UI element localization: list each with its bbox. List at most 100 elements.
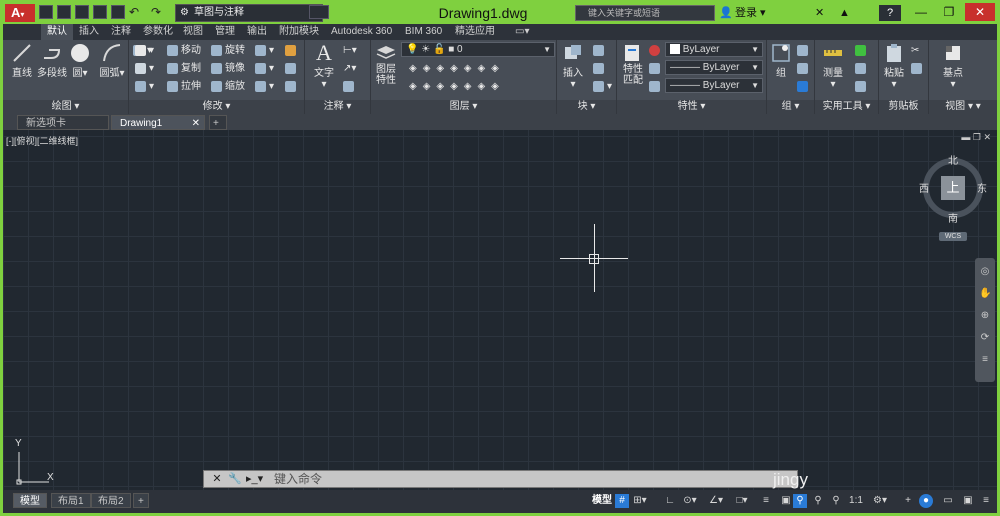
tab-parametric[interactable]: 参数化 xyxy=(137,24,179,40)
layout-tab-layout2[interactable]: 布局2 xyxy=(91,493,131,508)
viewcube-top-face[interactable]: 上 xyxy=(941,176,965,200)
panel-title-utilities[interactable]: 实用工具 ▾ xyxy=(815,100,878,114)
linetype-dropdown[interactable]: ——— ByLayer ▼ xyxy=(665,60,763,75)
wrench-icon[interactable]: 🔧 xyxy=(228,472,242,486)
polyline-tool[interactable]: 多段线 xyxy=(35,42,69,79)
trim-tool[interactable]: ▾ xyxy=(255,44,274,58)
table-tool[interactable] xyxy=(343,80,357,94)
open-file-icon[interactable] xyxy=(57,5,71,19)
hardware-acceleration-icon[interactable]: ▭ xyxy=(941,494,955,508)
help-button[interactable]: ? xyxy=(879,5,901,21)
move-tool[interactable]: 移动 xyxy=(167,44,201,58)
new-tab-button[interactable]: + xyxy=(209,115,227,130)
save-as-icon[interactable] xyxy=(93,5,107,19)
annotation-monitor-icon[interactable]: + xyxy=(901,494,915,508)
tab-addins[interactable]: 附加模块 xyxy=(273,24,325,40)
command-history-icon[interactable]: ▸_▾ xyxy=(246,472,263,486)
block-attribute-icon[interactable]: ▾ xyxy=(593,80,612,94)
region-tool[interactable]: ▾ xyxy=(135,80,154,94)
close-tab-icon[interactable]: ✕ xyxy=(192,116,200,131)
panel-title-groups[interactable]: 组 ▾ xyxy=(767,100,814,114)
ortho-icon[interactable]: ∟ xyxy=(663,494,677,508)
array-tool[interactable]: ▾ xyxy=(255,80,274,94)
orbit-icon[interactable]: ⟳ xyxy=(979,332,991,344)
id-point-icon[interactable] xyxy=(855,62,869,76)
panel-title-properties[interactable]: 特性 ▾ xyxy=(617,100,766,114)
explode-tool[interactable] xyxy=(285,62,299,76)
basepoint-tool[interactable]: 基点 ▾ xyxy=(937,42,969,90)
viewport-controls-label[interactable]: [-][俯视][二维线框] xyxy=(6,134,78,147)
rotate-tool[interactable]: 旋转 xyxy=(211,44,245,58)
measure-tool[interactable]: 测量 ▾ xyxy=(817,42,849,90)
copy-tool[interactable]: 复制 xyxy=(167,62,201,76)
quick-select-icon[interactable] xyxy=(855,44,869,58)
restore-button[interactable]: ❐ xyxy=(937,3,961,21)
undo-icon[interactable]: ↶ xyxy=(129,5,143,19)
group-tool[interactable]: 组 xyxy=(769,42,793,79)
object-snap-icon[interactable]: □▾ xyxy=(735,494,749,508)
group-edit-icon[interactable] xyxy=(797,62,811,76)
color-wheel-icon[interactable] xyxy=(649,44,663,58)
dimension-tool[interactable]: ⊢▾ xyxy=(343,44,357,58)
wcs-menu[interactable]: WCS xyxy=(939,232,967,241)
share-icon[interactable] xyxy=(309,5,329,19)
panel-title-view[interactable]: 视图 ▾ ▾ xyxy=(929,100,997,114)
lineweight-dropdown[interactable]: ——— ByLayer ▼ xyxy=(665,78,763,93)
isolate-objects-icon[interactable]: ● xyxy=(919,494,933,508)
zoom-icon[interactable]: ⊕ xyxy=(979,310,991,322)
workspace-dropdown[interactable]: ⚙ 草图与注释 ▾ xyxy=(175,4,323,22)
copy-clip-icon[interactable] xyxy=(911,62,925,76)
steering-wheel-icon[interactable]: ◎ xyxy=(979,266,991,278)
minimize-button[interactable]: — xyxy=(909,3,933,21)
arc-tool[interactable]: 圆弧▾ xyxy=(97,42,127,79)
color-dropdown[interactable]: ByLayer ▼ xyxy=(665,42,763,57)
panel-title-layers[interactable]: 图层 ▾ xyxy=(371,100,556,114)
tab-bim360[interactable]: BIM 360 xyxy=(399,24,448,40)
offset-tool[interactable] xyxy=(285,80,299,94)
text-tool[interactable]: A 文字 ▾ xyxy=(311,42,337,91)
viewcube[interactable]: 上 xyxy=(923,158,983,218)
tab-manage[interactable]: 管理 xyxy=(209,24,241,40)
model-space-button[interactable]: 模型 xyxy=(591,494,613,508)
tab-new[interactable]: 新选项卡 xyxy=(17,115,109,130)
lineweight-toggle-icon[interactable]: ≡ xyxy=(759,494,773,508)
ungroup-icon[interactable] xyxy=(797,44,811,58)
osnap-tracking-icon[interactable]: ∠▾ xyxy=(709,494,723,508)
panel-title-modify[interactable]: 修改 ▾ xyxy=(129,100,304,114)
fillet-tool[interactable]: ▾ xyxy=(255,62,274,76)
customization-menu-icon[interactable]: ≡ xyxy=(979,494,993,508)
user-icon[interactable]: 👤 xyxy=(719,5,733,21)
tab-default[interactable]: 默认 xyxy=(41,24,73,40)
layer-tools-row1[interactable]: ◈◈◈◈◈◈◈ xyxy=(409,62,505,76)
tab-output[interactable]: 输出 xyxy=(241,24,273,40)
annotation-scale-dropdown[interactable]: 1:1 xyxy=(845,494,867,508)
search-input[interactable]: 键入关键字或短语 xyxy=(575,5,715,21)
close-button[interactable]: ✕ xyxy=(965,3,995,21)
grid-icon[interactable]: # xyxy=(615,494,629,508)
auto-scale-icon[interactable]: ⚲ xyxy=(811,494,825,508)
match-properties-tool[interactable]: 特性匹配 xyxy=(619,42,647,86)
calculator-icon[interactable] xyxy=(855,80,869,94)
line-tool[interactable]: 直线 xyxy=(7,42,37,79)
compass-west[interactable]: 西 xyxy=(919,180,929,195)
compass-east[interactable]: 东 xyxy=(977,180,987,195)
cut-icon[interactable]: ✂ xyxy=(911,44,919,58)
panel-title-block[interactable]: 块 ▾ xyxy=(557,100,616,114)
group-select-icon[interactable] xyxy=(797,80,811,94)
insert-tool[interactable]: 插入 ▾ xyxy=(559,42,587,90)
layer-properties-tool[interactable]: 图层特性 xyxy=(373,42,399,86)
annotation-visibility-icon[interactable]: ⚲ xyxy=(793,494,807,508)
layout-tab-model[interactable]: 模型 xyxy=(13,493,47,508)
create-block-icon[interactable] xyxy=(593,44,607,58)
tab-annotate[interactable]: 注释 xyxy=(105,24,137,40)
layer-dropdown[interactable]: 💡 ☀ 🔓 ■ 0 ▼ xyxy=(401,42,555,57)
rectangle-tool[interactable]: ▾ xyxy=(135,44,154,58)
compass-north[interactable]: 北 xyxy=(948,152,958,167)
snap-icon[interactable]: ⊞▾ xyxy=(633,494,647,508)
transparency-icon[interactable]: ▣ xyxy=(779,494,793,508)
linetype-icon[interactable] xyxy=(649,62,663,76)
showmotion-icon[interactable]: ≡ xyxy=(979,354,991,366)
layer-tools-row2[interactable]: ◈◈◈◈◈◈◈ xyxy=(409,80,505,94)
leader-tool[interactable]: ↗▾ xyxy=(343,62,356,76)
save-icon[interactable] xyxy=(75,5,89,19)
